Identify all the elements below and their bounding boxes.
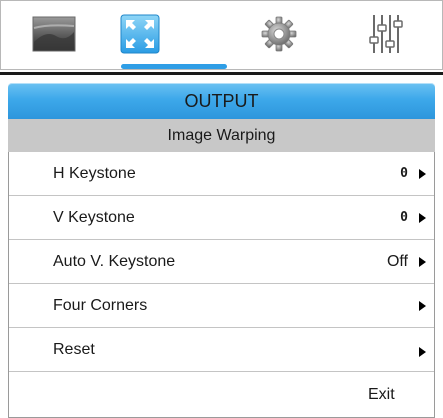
active-tab-indicator [121, 64, 227, 69]
tab-setup[interactable] [254, 11, 304, 57]
menu-item-value: 0 [400, 210, 408, 225]
menu-item-v-keystone[interactable]: V Keystone 0 [9, 196, 434, 240]
tab-bar-divider [0, 72, 443, 75]
menu-item-auto-v-keystone[interactable]: Auto V. Keystone Off [9, 240, 434, 284]
menu-item-four-corners[interactable]: Four Corners [9, 284, 434, 328]
osd-menu: OUTPUT Image Warping H Keystone 0 V Keys… [0, 0, 443, 418]
chevron-right-icon[interactable] [419, 301, 426, 311]
tab-audio[interactable] [361, 11, 411, 57]
menu-tab-bar [0, 0, 443, 70]
exit-button[interactable]: Exit [368, 372, 395, 418]
chevron-right-icon[interactable] [419, 213, 426, 223]
chevron-right-icon[interactable] [419, 257, 426, 267]
chevron-right-icon[interactable] [419, 169, 426, 179]
menu-item-label: Four Corners [53, 297, 148, 314]
gear-icon [261, 16, 297, 52]
picture-icon [32, 16, 76, 52]
menu-exit-row: Exit [9, 372, 434, 418]
menu-item-h-keystone[interactable]: H Keystone 0 [9, 152, 434, 196]
menu-item-value: 0 [400, 166, 408, 181]
menu-item-reset[interactable]: Reset [9, 328, 434, 372]
menu-item-label: Auto V. Keystone [53, 253, 176, 270]
menu-item-label: V Keystone [53, 209, 135, 226]
expand-arrows-icon [120, 14, 160, 54]
menu-list: H Keystone 0 V Keystone 0 Auto V. Keysto… [8, 152, 435, 418]
menu-item-label: Reset [53, 341, 95, 358]
tab-picture[interactable] [29, 11, 79, 57]
submenu-title: Image Warping [8, 119, 435, 152]
equalizer-sliders-icon [369, 15, 403, 53]
menu-item-value: Off [386, 253, 408, 270]
menu-title: OUTPUT [8, 83, 435, 119]
tab-output[interactable] [115, 11, 165, 57]
menu-item-label: H Keystone [53, 165, 136, 182]
chevron-right-icon[interactable] [419, 347, 426, 357]
